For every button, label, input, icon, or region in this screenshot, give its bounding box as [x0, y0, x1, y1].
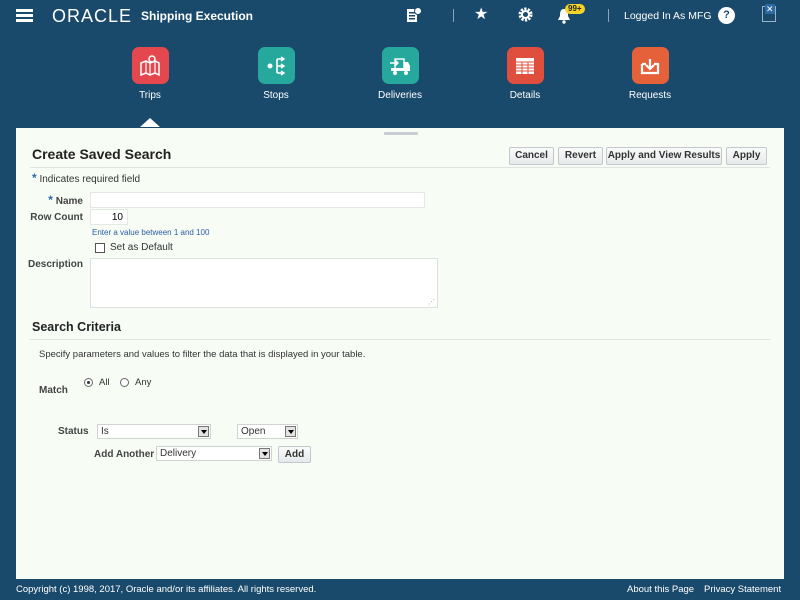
dropdown-arrow-icon	[285, 426, 296, 437]
dropdown-arrow-icon	[259, 448, 270, 459]
sign-out-icon[interactable]	[762, 4, 776, 22]
logged-in-user[interactable]: Logged In As MFG	[624, 10, 712, 22]
name-label: * Name	[36, 193, 83, 207]
nav-details[interactable]: Details	[480, 47, 570, 101]
settings-gear-icon[interactable]	[517, 6, 534, 28]
nav-label: Stops	[263, 90, 289, 101]
copyright-text: Copyright (c) 1998, 2017, Oracle and/or …	[16, 584, 317, 595]
add-another-value: Delivery	[160, 448, 197, 459]
search-criteria-heading: Search Criteria	[32, 320, 121, 334]
top-bar: ORACLE Shipping Execution ★ 99+ Logged I…	[0, 0, 800, 32]
row-count-hint: Enter a value between 1 and 100	[92, 228, 210, 237]
name-input[interactable]	[90, 192, 425, 208]
match-any-label: Any	[135, 377, 152, 388]
status-value: Open	[241, 426, 266, 437]
page-title: Create Saved Search	[32, 146, 172, 162]
table-grid-icon	[506, 47, 544, 84]
required-marker: *	[48, 193, 53, 207]
row-count-label: Row Count	[30, 212, 83, 223]
match-all-radio[interactable]	[84, 378, 93, 387]
match-any-radio[interactable]	[120, 378, 129, 387]
nav-requests[interactable]: Requests	[605, 47, 695, 101]
footer: Copyright (c) 1998, 2017, Oracle and/or …	[0, 579, 800, 600]
description-label: Description	[27, 259, 83, 270]
menu-icon[interactable]	[16, 9, 33, 22]
privacy-statement-link[interactable]: Privacy Statement	[704, 584, 781, 595]
app-title: Shipping Execution	[141, 9, 254, 23]
create-saved-search-panel: Create Saved Search Cancel Revert Apply …	[16, 128, 784, 579]
status-operator-select[interactable]: Is	[97, 424, 211, 439]
recent-items-icon[interactable]	[406, 6, 422, 29]
nav-label: Trips	[139, 90, 161, 101]
oracle-logo: ORACLE	[52, 6, 133, 26]
delivery-truck-icon	[381, 47, 419, 84]
inbox-download-icon	[631, 47, 669, 84]
name-label-text: Name	[55, 196, 83, 207]
status-label: Status	[58, 426, 89, 437]
nav-label: Requests	[628, 90, 672, 101]
notification-count-badge: 99+	[565, 4, 585, 14]
match-label: Match	[39, 385, 68, 396]
status-operator-value: Is	[101, 426, 109, 437]
nav-trips[interactable]: Trips	[105, 47, 195, 101]
nav-label: Details	[509, 90, 541, 101]
apply-and-view-results-button[interactable]: Apply and View Results	[606, 147, 722, 165]
search-criteria-description: Specify parameters and values to filter …	[39, 349, 366, 360]
set-as-default-label: Set as Default	[110, 242, 173, 253]
branch-arrows-icon	[257, 47, 295, 84]
nav-stops[interactable]: Stops	[231, 47, 321, 101]
textarea-resize-handle[interactable]: ⋰	[428, 298, 435, 306]
help-icon[interactable]: ?	[718, 7, 735, 24]
separator	[608, 9, 609, 22]
row-count-input[interactable]	[90, 209, 128, 225]
required-marker: *	[32, 171, 37, 185]
nav-deliveries[interactable]: Deliveries	[355, 47, 445, 101]
favorites-star-icon[interactable]: ★	[474, 6, 488, 24]
set-as-default-checkbox[interactable]	[95, 243, 105, 253]
separator	[453, 9, 454, 22]
divider	[30, 339, 770, 340]
cancel-button[interactable]: Cancel	[509, 147, 554, 165]
add-another-label: Add Another	[94, 449, 155, 460]
map-pin-icon	[131, 47, 169, 84]
add-another-select[interactable]: Delivery	[156, 446, 272, 461]
revert-button[interactable]: Revert	[558, 147, 603, 165]
description-textarea[interactable]	[90, 258, 438, 308]
nav-label: Deliveries	[378, 90, 422, 101]
status-value-select[interactable]: Open	[237, 424, 298, 439]
dropdown-arrow-icon	[198, 426, 209, 437]
add-criteria-button[interactable]: Add	[278, 446, 311, 463]
about-this-page-link[interactable]: About this Page	[627, 584, 694, 595]
match-all-label: All	[99, 377, 110, 388]
required-field-note: * Indicates required field	[32, 171, 140, 185]
selected-nav-indicator	[140, 118, 160, 127]
divider	[30, 167, 770, 168]
apply-button[interactable]: Apply	[726, 147, 767, 165]
panel-resize-grip[interactable]	[384, 132, 418, 135]
required-note-text: Indicates required field	[39, 174, 141, 185]
